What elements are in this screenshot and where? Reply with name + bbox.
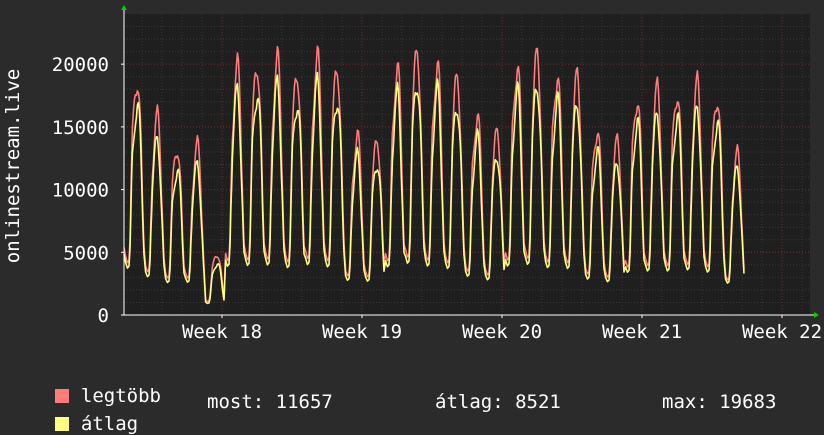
stat-max: max: 19683 <box>662 391 777 413</box>
x-tick-label: Week 18 <box>182 321 262 343</box>
legend-label-avg: átlag <box>80 413 139 435</box>
y-tick-label: 20000 <box>52 54 109 76</box>
x-tick-label: Week 19 <box>322 321 402 343</box>
stat-now: most: 11657 <box>207 391 333 413</box>
x-tick-label: Week 21 <box>602 321 682 343</box>
stat-average: átlag: 8521 <box>435 391 561 413</box>
y-axis-label: onlinestream.live <box>2 69 24 263</box>
y-tick-label: 10000 <box>52 180 109 202</box>
legend-item-avg: átlag <box>32 391 138 435</box>
y-tick-label: 5000 <box>63 242 109 264</box>
x-tick-label: Week 20 <box>462 321 542 343</box>
y-tick-label: 15000 <box>52 117 109 139</box>
y-axis-arrow-icon <box>121 5 127 10</box>
legend-swatch-avg <box>54 417 69 431</box>
y-tick-label: 0 <box>98 305 109 327</box>
x-tick-label: Week 22 <box>742 321 822 343</box>
x-axis-arrow-icon <box>814 312 819 318</box>
